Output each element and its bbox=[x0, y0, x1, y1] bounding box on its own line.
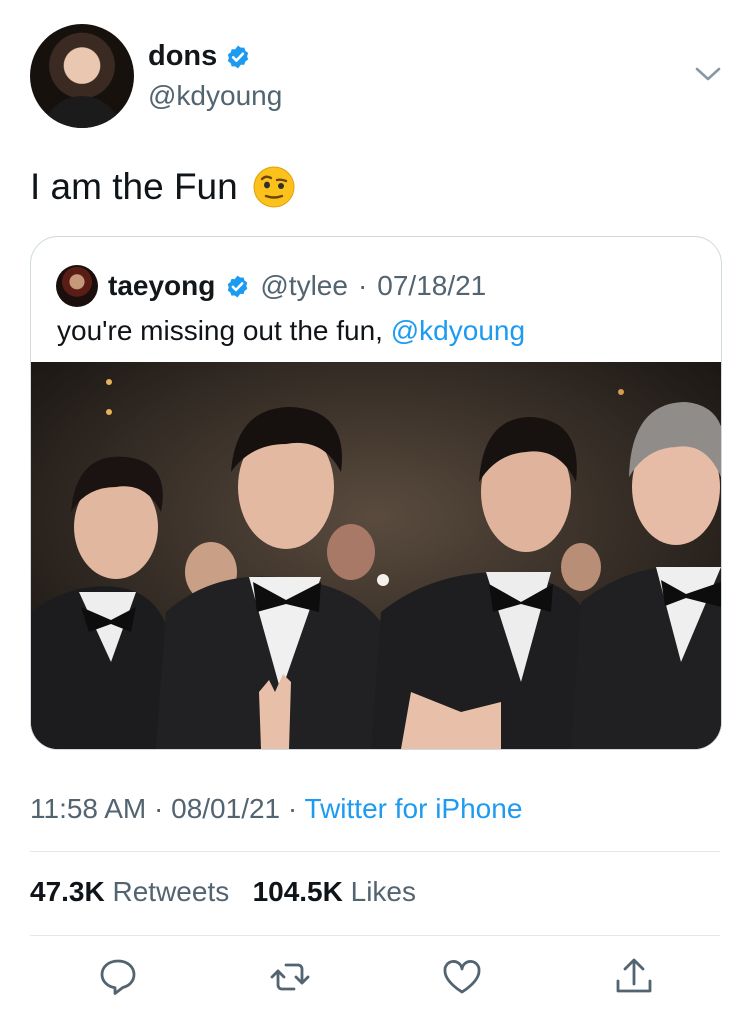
retweets-count: 47.3K bbox=[30, 876, 105, 907]
verified-badge-icon bbox=[228, 275, 248, 297]
group-photo-illustration bbox=[31, 362, 721, 749]
retweets-stat[interactable]: 47.3K Retweets bbox=[30, 876, 237, 907]
likes-count: 104.5K bbox=[252, 876, 343, 907]
tweet-stats: 47.3K Retweets 104.5K Likes bbox=[30, 876, 416, 908]
quoted-author-handle[interactable]: @tylee bbox=[260, 270, 348, 302]
quoted-separator: · bbox=[357, 270, 368, 301]
tweet-text: I am the Fun bbox=[30, 166, 238, 207]
quoted-tweet-header: taeyong @tylee · 07/18/21 bbox=[56, 265, 486, 307]
divider bbox=[30, 851, 720, 852]
like-icon[interactable] bbox=[440, 955, 484, 999]
author-handle[interactable]: @kdyoung bbox=[148, 80, 282, 112]
quoted-author-name[interactable]: taeyong bbox=[108, 270, 215, 302]
quoted-tweet-card[interactable]: taeyong @tylee · 07/18/21 you're missing… bbox=[30, 236, 722, 750]
author-name-row[interactable]: dons bbox=[148, 40, 251, 73]
quoted-mention-link[interactable]: @kdyoung bbox=[391, 315, 525, 346]
tweet-source-link[interactable]: Twitter for iPhone bbox=[305, 793, 523, 824]
chevron-down-icon[interactable] bbox=[692, 58, 724, 90]
quoted-date[interactable]: 07/18/21 bbox=[377, 270, 486, 302]
author-avatar[interactable] bbox=[30, 24, 134, 128]
tweet-text-row: I am the Fun bbox=[30, 165, 296, 209]
quoted-tweet-text: you're missing out the fun, @kdyoung bbox=[57, 315, 525, 347]
face-with-raised-eyebrow-emoji bbox=[253, 166, 295, 208]
author-name[interactable]: dons bbox=[148, 40, 217, 73]
reply-icon[interactable] bbox=[96, 955, 140, 999]
likes-label: Likes bbox=[350, 876, 417, 907]
divider bbox=[30, 935, 720, 936]
verified-badge-icon bbox=[228, 45, 249, 68]
tweet-time: 11:58 AM bbox=[30, 793, 147, 824]
tweet-action-bar bbox=[30, 945, 720, 1015]
meta-separator: · bbox=[287, 793, 298, 824]
tweet-meta: 11:58 AM · 08/01/21 · Twitter for iPhone bbox=[30, 793, 522, 825]
meta-separator: · bbox=[154, 793, 164, 824]
likes-stat[interactable]: 104.5K Likes bbox=[253, 876, 416, 907]
quoted-author-avatar[interactable] bbox=[56, 265, 98, 307]
retweet-icon[interactable] bbox=[268, 955, 312, 999]
quoted-tweet-photo[interactable] bbox=[31, 362, 721, 749]
retweets-label: Retweets bbox=[112, 876, 230, 907]
tweet-date: 08/01/21 bbox=[171, 793, 281, 824]
share-icon[interactable] bbox=[612, 955, 656, 999]
quoted-text-prefix: you're missing out the fun, bbox=[57, 315, 383, 346]
